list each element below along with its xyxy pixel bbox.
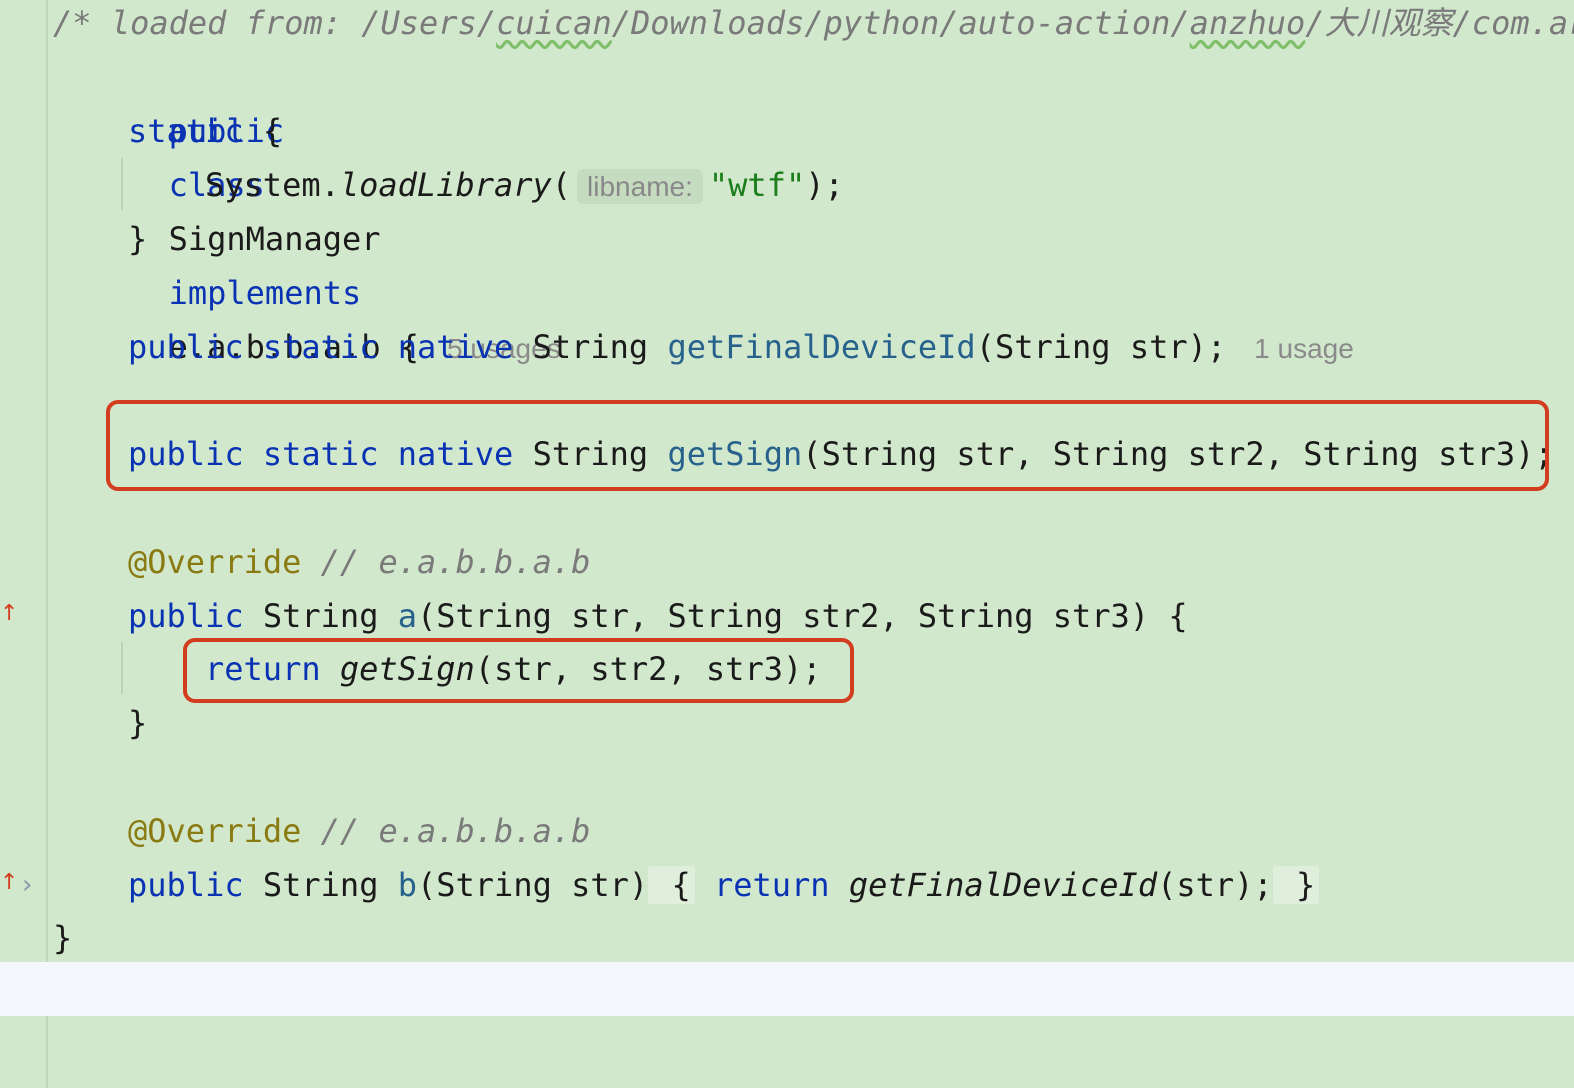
override-annotation: @Override — [128, 543, 302, 581]
method-name-b[interactable]: b — [398, 866, 417, 904]
code-editor[interactable]: /* loaded from: /Users/cuican/Downloads/… — [0, 0, 1574, 1088]
modifier-static: static — [262, 328, 379, 366]
method-params: (String str); — [975, 328, 1227, 366]
return-type: String — [262, 866, 379, 904]
method-a-decl-line[interactable]: ↑ public String a(String str, String str… — [0, 587, 1188, 643]
annotation-box-return-get-sign — [183, 638, 854, 703]
method-a-close-line[interactable]: } — [0, 696, 147, 750]
static-open-brace: { — [243, 112, 283, 150]
interface-ref-comment: // e.a.b.b.a.b — [320, 543, 591, 581]
method-params: (String str) — [416, 866, 649, 904]
keyword-return: return — [713, 866, 830, 904]
file-origin-comment: /* loaded from: /Users/cuican/Downloads/… — [53, 4, 1574, 42]
modifier-public: public — [128, 597, 244, 635]
method-params: (String str, String str2, String str3) { — [416, 597, 1188, 635]
modifier-native: native — [397, 328, 514, 366]
modifier-public: public — [128, 866, 244, 904]
get-sign-decl-line[interactable]: public static native String getSign(Stri… — [0, 427, 1554, 481]
override-annotation: @Override — [128, 812, 302, 850]
load-library-method[interactable]: loadLibrary — [340, 166, 552, 204]
code-line-1[interactable]: /* loaded from: /Users/cuican/Downloads/… — [0, 0, 1574, 50]
return-type: String — [532, 328, 649, 366]
get-final-device-id-decl-line[interactable]: public static native String getFinalDevi… — [0, 320, 1354, 374]
current-line-highlight — [0, 962, 1574, 1016]
class-close-brace: } — [53, 919, 73, 957]
override-arrow-icon[interactable]: ↑ — [0, 856, 18, 910]
annotation-box-get-sign-decl — [106, 400, 1549, 491]
load-library-line[interactable]: System.loadLibrary(libname: "wtf"); — [0, 158, 844, 212]
interface-ref-comment: // e.a.b.b.a.b — [320, 812, 591, 850]
keyword-implements: implements — [168, 274, 362, 312]
method-a-close-brace: } — [128, 704, 148, 742]
library-name-string: "wtf" — [708, 166, 806, 204]
method-b-decl-line[interactable]: ↑ › public String b(String str) { return… — [0, 856, 1320, 912]
class-declaration-line[interactable]: public class SignManager implements e.a.… — [0, 50, 561, 366]
override-a-annotation-line[interactable]: @Override // e.a.b.b.a.b — [0, 535, 590, 589]
folded-close-brace[interactable]: } — [1272, 866, 1320, 904]
static-block-open-line[interactable]: static { — [0, 104, 282, 158]
method-name-a[interactable]: a — [398, 597, 417, 635]
modifier-public: public — [128, 328, 244, 366]
parameter-inlay-hint: libname: — [577, 169, 703, 204]
chevron-right-icon[interactable]: › — [22, 858, 32, 912]
keyword-static: static — [128, 112, 244, 150]
system-class-ref: System. — [205, 166, 340, 204]
static-block-close-line[interactable]: } — [0, 212, 147, 266]
static-close-brace: } — [128, 220, 148, 258]
method-name-get-final-device-id[interactable]: getFinalDeviceId — [667, 328, 975, 366]
return-get-sign-line[interactable]: return getSign(str, str2, str3); — [0, 642, 822, 696]
indent-guide — [121, 642, 123, 694]
call-args: (str); — [1157, 866, 1273, 904]
usages-hint[interactable]: 1 usage — [1254, 333, 1354, 364]
override-arrow-icon[interactable]: ↑ — [0, 587, 18, 641]
folded-open-brace[interactable]: { — [648, 866, 695, 904]
get-final-device-id-call[interactable]: getFinalDeviceId — [849, 866, 1157, 904]
class-name[interactable]: SignManager — [169, 220, 381, 258]
override-b-annotation-line[interactable]: @Override // e.a.b.b.a.b — [0, 804, 590, 858]
return-type: String — [262, 597, 379, 635]
class-close-line[interactable]: } — [0, 911, 77, 965]
